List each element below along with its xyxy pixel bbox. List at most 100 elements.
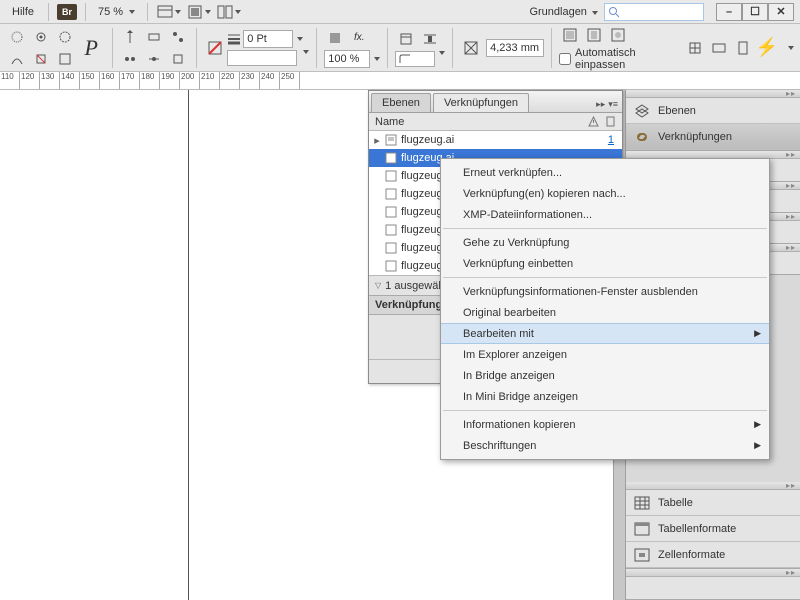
fit-icon[interactable] — [607, 25, 629, 45]
stroke-style-dropdown[interactable] — [227, 50, 297, 66]
dock-item-links[interactable]: Verknüpfungen — [626, 124, 800, 150]
menu-hide-link-info[interactable]: Verknüpfungsinformationen-Fenster ausble… — [441, 281, 769, 302]
submenu-arrow-icon: ▶ — [754, 440, 761, 451]
bridge-button[interactable]: Br — [57, 4, 77, 20]
link-file-icon — [385, 206, 397, 218]
workspace-dropdown[interactable]: Grundlagen — [529, 6, 598, 18]
window-controls: – ☐ ✕ — [716, 3, 794, 21]
control-bar: P 0 Pt fx. 100 % — [0, 24, 800, 72]
link-row[interactable]: ▸flugzeug.ai1 — [369, 131, 622, 149]
menu-goto-link[interactable]: Gehe zu Verknüpfung — [441, 232, 769, 253]
arrange-button[interactable] — [216, 2, 242, 22]
table-formats-icon — [634, 521, 650, 537]
link-file-icon — [385, 224, 397, 236]
menu-copy-links-to[interactable]: Verknüpfung(en) kopieren nach... — [441, 183, 769, 204]
panel-collapse-icon[interactable]: ▸▸ — [596, 99, 605, 110]
effects-icon[interactable] — [324, 28, 346, 48]
link-file-icon — [385, 170, 397, 182]
align-icon[interactable] — [167, 27, 189, 47]
tool-icon[interactable] — [54, 27, 76, 47]
maximize-button[interactable]: ☐ — [742, 3, 768, 21]
link-file-icon — [385, 242, 397, 254]
no-fill-icon[interactable] — [204, 38, 225, 58]
table-icon — [634, 495, 650, 511]
dock-item-table-formats[interactable]: Tabellenformate — [626, 516, 800, 542]
context-menu: Erneut verknüpfen... Verknüpfung(en) kop… — [440, 158, 770, 460]
align-icon[interactable] — [167, 49, 189, 69]
autofit-checkbox[interactable]: Automatisch einpassen — [559, 47, 681, 71]
frame-fit-icon[interactable] — [460, 38, 482, 58]
links-icon — [634, 129, 650, 145]
submenu-arrow-icon: ▶ — [754, 419, 761, 430]
tool-icon[interactable] — [6, 49, 28, 69]
align-icon[interactable] — [143, 27, 165, 47]
close-button[interactable]: ✕ — [768, 3, 794, 21]
stroke-weight-field[interactable]: 0 Pt — [243, 30, 293, 48]
dock-item-cell-formats[interactable]: Zellenformate — [626, 542, 800, 568]
fit-icon[interactable] — [684, 38, 706, 58]
wrap-icon[interactable] — [419, 29, 441, 49]
tab-links[interactable]: Verknüpfungen — [433, 93, 529, 112]
dock-item-layers[interactable]: Ebenen — [626, 98, 800, 124]
dock-label: Zellenformate — [658, 549, 725, 561]
menu-embed-link[interactable]: Verknüpfung einbetten — [441, 253, 769, 274]
dock-label: Ebenen — [658, 105, 696, 117]
chevron-down-icon — [788, 46, 794, 50]
zoom-dropdown[interactable]: 75 % — [94, 4, 139, 20]
menu-edit-original[interactable]: Original bearbeiten — [441, 302, 769, 323]
wrap-icon[interactable] — [395, 29, 417, 49]
menu-copy-info[interactable]: Informationen kopieren▶ — [441, 414, 769, 435]
fit-icon[interactable] — [732, 38, 754, 58]
tab-layers[interactable]: Ebenen — [371, 93, 431, 112]
tool-icon[interactable] — [30, 49, 52, 69]
fx-button[interactable]: fx. — [348, 28, 370, 48]
fit-icon[interactable] — [708, 38, 730, 58]
align-icon[interactable] — [119, 49, 141, 69]
view-options-button[interactable] — [156, 2, 182, 22]
align-icon[interactable] — [119, 27, 141, 47]
dock-label: Verknüpfungen — [658, 131, 732, 143]
menu-help[interactable]: Hilfe — [6, 4, 40, 20]
submenu-arrow-icon: ▶ — [754, 328, 761, 339]
page-edge — [188, 90, 189, 600]
chevron-down-icon — [129, 10, 135, 14]
link-file-icon — [385, 152, 397, 164]
fit-icon[interactable] — [559, 25, 581, 45]
menu-edit-with[interactable]: Bearbeiten mit▶ — [441, 323, 769, 344]
corner-dropdown[interactable] — [395, 51, 435, 67]
menu-reveal-bridge[interactable]: In Bridge anzeigen — [441, 365, 769, 386]
col-name[interactable]: Name — [375, 116, 582, 128]
screen-mode-button[interactable] — [186, 2, 212, 22]
bolt-icon[interactable]: ⚡ — [756, 37, 784, 58]
menu-xmp-info[interactable]: XMP-Dateiinformationen... — [441, 204, 769, 225]
warning-col-icon[interactable] — [588, 116, 599, 127]
minimize-button[interactable]: – — [716, 3, 742, 21]
dock-label: Tabellenformate — [658, 523, 736, 535]
fit-icon[interactable] — [583, 25, 605, 45]
menu-relink[interactable]: Erneut verknüpfen... — [441, 162, 769, 183]
menu-captions[interactable]: Beschriftungen▶ — [441, 435, 769, 456]
dock-item-table[interactable]: Tabelle — [626, 490, 800, 516]
links-header: Name — [369, 113, 622, 131]
zoom-value: 75 % — [98, 6, 123, 18]
tool-icon[interactable] — [30, 27, 52, 47]
stroke-weight-icon — [227, 32, 241, 46]
link-file-icon — [385, 134, 397, 146]
chevron-down-icon — [592, 11, 598, 15]
horizontal-ruler: 110120 130140 150160 170180 190200 21022… — [0, 72, 800, 90]
dock-label: Tabelle — [658, 497, 693, 509]
tool-icon[interactable] — [6, 27, 28, 47]
search-input[interactable] — [604, 3, 704, 21]
search-icon — [608, 6, 620, 18]
link-file-icon — [385, 260, 397, 272]
panel-menu-icon[interactable]: ▾≡ — [608, 99, 618, 110]
page-col-icon[interactable] — [605, 116, 616, 127]
align-icon[interactable] — [143, 49, 165, 69]
opacity-field[interactable]: 100 % — [324, 50, 370, 68]
tool-icon[interactable] — [54, 49, 76, 69]
menu-reveal-minibridge[interactable]: In Mini Bridge anzeigen — [441, 386, 769, 407]
menu-reveal-explorer[interactable]: Im Explorer anzeigen — [441, 344, 769, 365]
autofit-label: Automatisch einpassen — [575, 47, 681, 71]
size-field[interactable]: 4,233 mm — [486, 39, 544, 57]
paragraph-tool[interactable]: P — [78, 28, 105, 68]
